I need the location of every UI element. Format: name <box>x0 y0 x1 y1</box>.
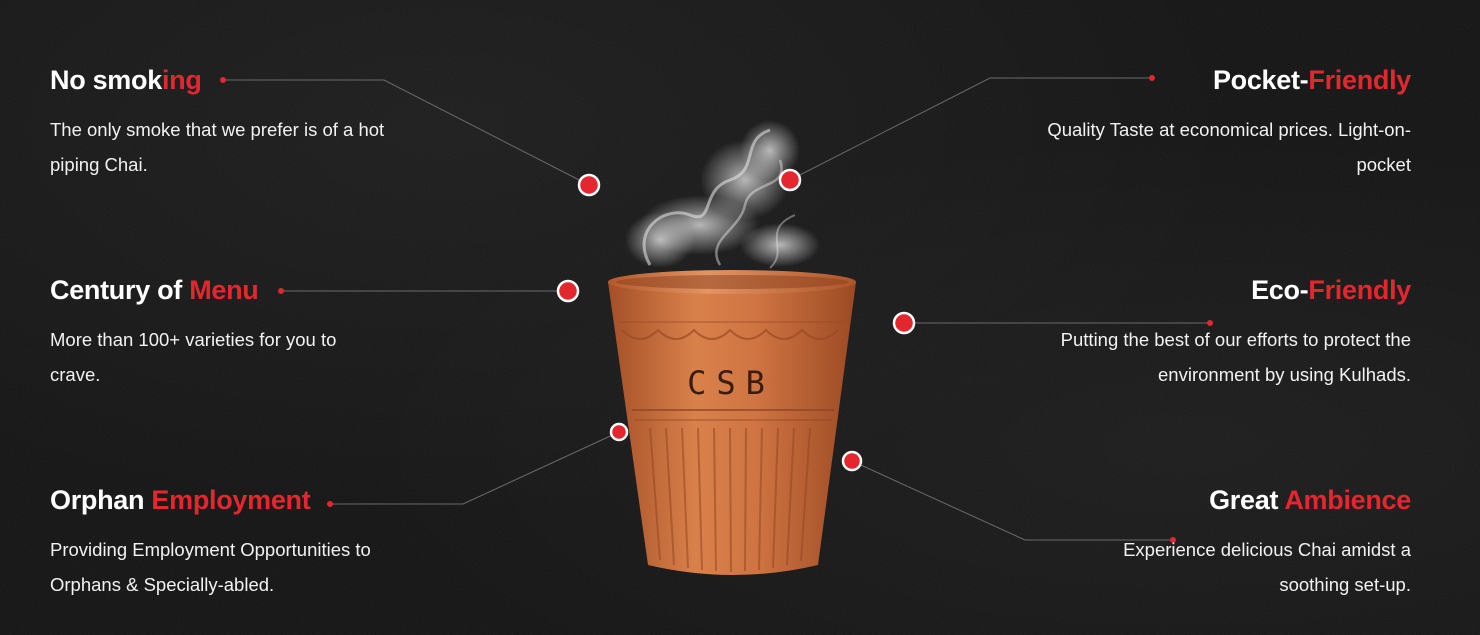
feature-description: Providing Employment Opportunities to Or… <box>50 539 371 595</box>
feature-great-ambience: Great Ambience Experience delicious Chai… <box>1031 482 1411 602</box>
feature-century-of-menu: Century of Menu More than 100+ varieties… <box>50 272 420 392</box>
feature-no-smoking: No smoking The only smoke that we prefer… <box>50 62 420 182</box>
feature-title: Great Ambience <box>1209 485 1411 515</box>
hotspot-pocket-friendly[interactable] <box>778 168 802 192</box>
feature-description: Experience delicious Chai amidst a sooth… <box>1123 539 1411 595</box>
feature-title: No smoking <box>50 65 202 95</box>
hotspot-no-smoking[interactable] <box>577 173 601 197</box>
feature-title: Century of Menu <box>50 275 259 305</box>
features-section: CSB No smoking The only smoke that we pr… <box>0 0 1480 635</box>
steam <box>625 120 820 269</box>
feature-eco-friendly: Eco-Friendly Putting the best of our eff… <box>1031 272 1412 392</box>
cup <box>608 270 856 575</box>
feature-description: Putting the best of our efforts to prote… <box>1060 329 1411 385</box>
hotspot-great-ambience[interactable] <box>841 450 863 472</box>
feature-title: Orphan Employment <box>50 485 311 515</box>
feature-description: The only smoke that we prefer is of a ho… <box>50 119 385 175</box>
hotspot-orphan-employment[interactable] <box>609 422 629 442</box>
feature-title: Eco-Friendly <box>1251 275 1411 305</box>
hotspot-century-of-menu[interactable] <box>556 279 580 303</box>
feature-orphan-employment: Orphan Employment Providing Employment O… <box>50 482 420 602</box>
feature-title: Pocket-Friendly <box>1212 65 1411 95</box>
feature-pocket-friendly: Pocket-Friendly Quality Taste at economi… <box>1031 62 1411 182</box>
cup-label: CSB <box>687 364 775 402</box>
feature-description: More than 100+ varieties for you to crav… <box>50 329 337 385</box>
feature-description: Quality Taste at economical prices. Ligh… <box>1047 119 1411 175</box>
hotspot-eco-friendly[interactable] <box>892 311 916 335</box>
